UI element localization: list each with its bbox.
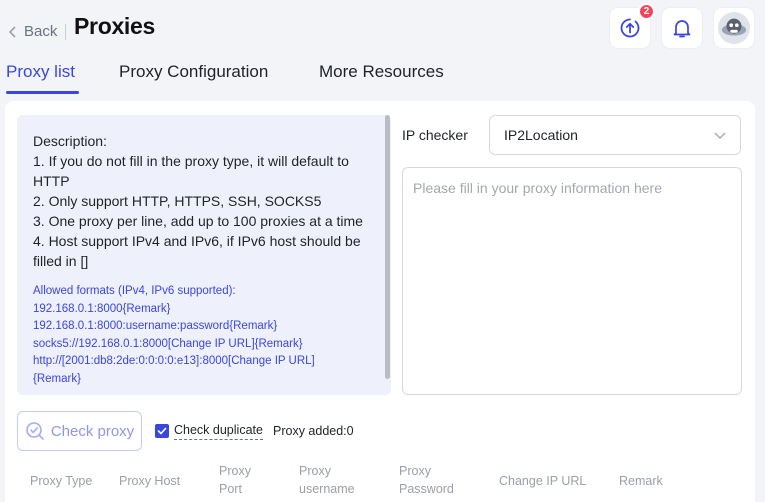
ip-checker-select[interactable]: IP2Location <box>489 115 741 155</box>
tab-proxy-list[interactable]: Proxy list <box>6 62 75 94</box>
active-tab-indicator <box>6 91 79 94</box>
description-panel: Description: 1. If you do not fill in th… <box>17 115 391 395</box>
checkmark-icon <box>157 427 167 435</box>
format-line: http://[2001:db8:2de:0:0:0:0:e13]:8000[C… <box>33 355 315 367</box>
column-header-proxy-password: Proxy Password <box>399 464 454 496</box>
proxy-added-status: Proxy added:0 <box>273 424 354 438</box>
column-header-proxy-host: Proxy Host <box>119 474 181 488</box>
page-header: Back Proxies 2 <box>0 0 765 56</box>
check-proxy-button[interactable]: Check proxy <box>17 411 142 451</box>
description-line: Description: <box>33 133 107 149</box>
check-duplicate-checkbox[interactable] <box>155 424 169 438</box>
description-line: 4. Host support IPv4 and IPv6, if IPv6 h… <box>33 233 361 249</box>
back-label: Back <box>24 23 58 40</box>
search-check-icon <box>26 422 44 440</box>
proxy-input[interactable] <box>402 167 742 395</box>
update-badge: 2 <box>638 3 655 20</box>
chevron-left-icon <box>8 25 16 38</box>
update-button[interactable]: 2 <box>610 3 655 48</box>
notifications-button[interactable] <box>662 8 702 48</box>
column-header-change-ip-url: Change IP URL <box>499 474 587 488</box>
description-scrollbar[interactable] <box>383 115 391 395</box>
description-line: 3. One proxy per line, add up to 100 pro… <box>33 213 363 229</box>
tab-more-resources[interactable]: More Resources <box>319 62 444 94</box>
description-line: filled in [] <box>33 253 89 269</box>
chevron-down-icon <box>714 132 726 139</box>
robot-avatar-icon <box>721 18 747 36</box>
column-header-proxy-port: Proxy Port <box>219 464 251 496</box>
proxy-added-count: 0 <box>346 424 354 438</box>
description-line: 1. If you do not fill in the proxy type,… <box>33 153 349 169</box>
format-line: {Remark} <box>33 372 81 385</box>
description-line: 2. Only support HTTP, HTTPS, SSH, SOCKS5 <box>33 193 322 209</box>
back-divider <box>65 24 66 40</box>
format-line: 192.168.0.1:8000:username:password{Remar… <box>33 320 278 332</box>
bell-icon <box>673 20 691 38</box>
column-header-remark: Remark <box>619 474 663 488</box>
description-line: HTTP <box>33 173 70 189</box>
upload-cycle-icon <box>620 18 640 38</box>
back-button[interactable]: Back <box>8 23 57 40</box>
user-avatar[interactable] <box>714 8 754 48</box>
proxy-added-label: Proxy added: <box>273 424 347 438</box>
page-title: Proxies <box>74 13 156 39</box>
column-header-proxy-username: Proxy username <box>299 464 355 496</box>
check-proxy-label: Check proxy <box>50 422 135 440</box>
ip-checker-value: IP2Location <box>504 127 578 143</box>
format-line: Allowed formats (IPv4, IPv6 supported): <box>33 285 236 297</box>
check-duplicate-toggle[interactable]: Check duplicate <box>155 422 263 440</box>
check-duplicate-label: Check duplicate <box>174 422 263 440</box>
column-header-proxy-type: Proxy Type <box>30 474 93 488</box>
scrollbar-thumb[interactable] <box>385 115 390 379</box>
format-line: 192.168.0.1:8000{Remark} <box>33 302 171 315</box>
avatar-image <box>718 12 750 44</box>
ip-checker-label: IP checker <box>402 127 468 143</box>
tab-bar: Proxy list Proxy Configuration More Reso… <box>0 62 765 96</box>
tab-proxy-configuration[interactable]: Proxy Configuration <box>119 62 268 94</box>
format-line: socks5://192.168.0.1:8000[Change IP URL]… <box>33 337 303 350</box>
